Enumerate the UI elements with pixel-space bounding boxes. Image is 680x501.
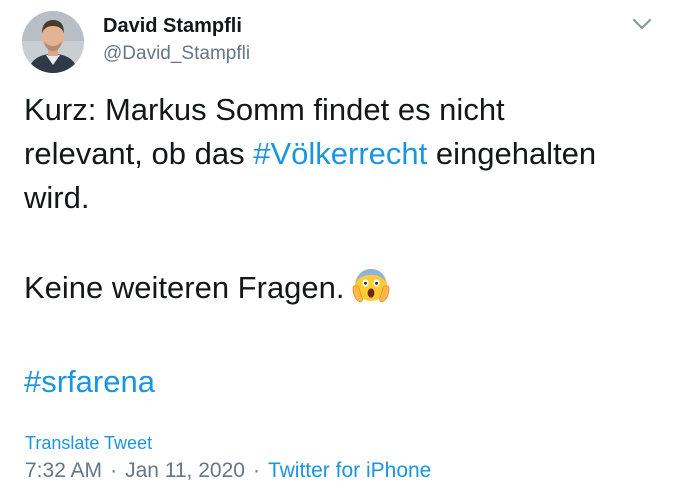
tweet-text-line: #srfarena [24, 360, 664, 404]
tweet-time[interactable]: 7:32 AM [25, 459, 102, 482]
separator: · [252, 459, 260, 482]
tweet: David Stampfli @David_Stampfli Kurz: Mar… [0, 0, 680, 501]
tweet-metadata: 7:32 AM · Jan 11, 2020 · Twitter for iPhone [25, 459, 431, 483]
avatar-image [22, 11, 84, 73]
display-name[interactable]: David Stampfli [103, 13, 250, 39]
tweet-text-line: relevant, ob das #Völkerrecht eingehalte… [24, 132, 664, 176]
tweet-date[interactable]: Jan 11, 2020 [125, 459, 245, 482]
tweet-text-fragment: eingehalten [427, 136, 597, 171]
tweet-text-fragment: relevant, ob das [24, 136, 254, 171]
avatar[interactable] [22, 11, 84, 73]
tweet-text-line: Kurz: Markus Somm findet es nicht [24, 92, 505, 127]
tweet-source-link[interactable]: Twitter for iPhone [268, 459, 431, 482]
tweet-text-fragment: Keine weiteren Fragen. [24, 270, 345, 305]
user-handle[interactable]: @David_Stampfli [103, 41, 250, 67]
chevron-down-icon[interactable] [630, 14, 654, 34]
hashtag-voelkerrecht[interactable]: #Völkerrecht [253, 136, 427, 171]
author-info: David Stampfli @David_Stampfli [103, 13, 250, 67]
face-screaming-in-fear-emoji [351, 264, 391, 316]
translate-tweet-link[interactable]: Translate Tweet [25, 433, 152, 454]
separator: · [110, 459, 118, 482]
tweet-text-line: wird. [24, 180, 90, 215]
tweet-text: Kurz: Markus Somm findet es nicht releva… [24, 88, 664, 404]
tweet-text-line: Keine weiteren Fragen. [24, 264, 664, 316]
hashtag-srfarena[interactable]: #srfarena [24, 364, 155, 399]
